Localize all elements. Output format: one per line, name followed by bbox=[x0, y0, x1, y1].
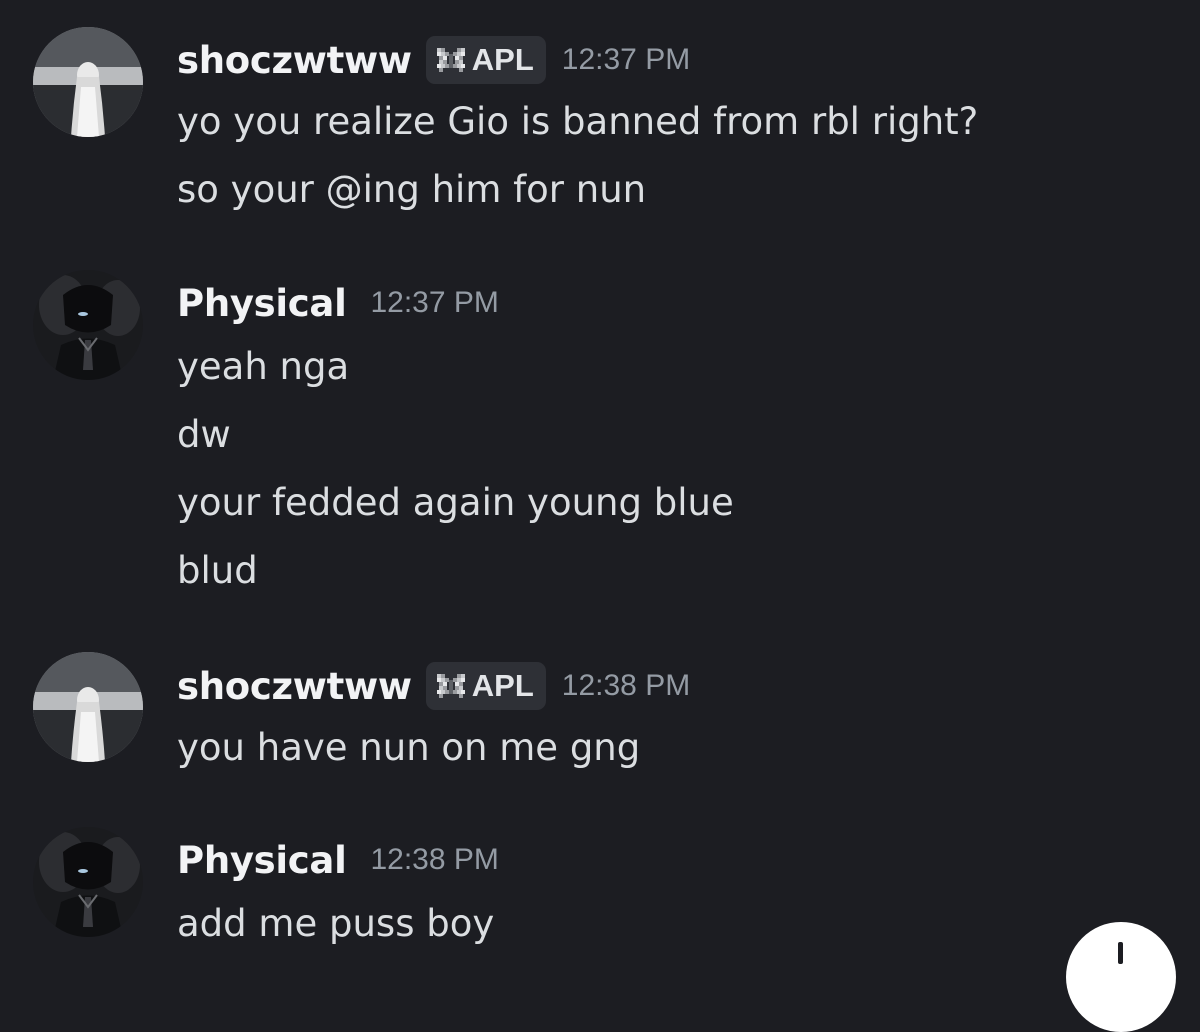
message-line: blud bbox=[177, 549, 258, 592]
username[interactable]: shoczwtww bbox=[177, 665, 412, 708]
message-header: shoczwtww bbox=[177, 660, 690, 712]
server-tag[interactable]: APL bbox=[425, 662, 546, 710]
message-line: yeah nga bbox=[177, 345, 350, 388]
server-tag[interactable]: APL bbox=[425, 36, 546, 84]
dark-anime-boy-avatar-image bbox=[33, 827, 143, 937]
message-content: yo you realize Gio is banned from rbl ri… bbox=[177, 88, 978, 224]
message-line: your fedded again young blue bbox=[177, 481, 734, 524]
anime-girl-avatar-image bbox=[33, 652, 143, 762]
butterfly-icon bbox=[436, 48, 465, 72]
avatar[interactable] bbox=[33, 27, 143, 137]
message-line: you have nun on me gng bbox=[177, 726, 641, 769]
avatar[interactable] bbox=[33, 270, 143, 380]
add-button[interactable] bbox=[1066, 922, 1176, 1032]
butterfly-icon bbox=[436, 674, 465, 698]
message-content: you have nun on me gng bbox=[177, 714, 640, 782]
message-header: Physical 12:38 PM bbox=[177, 834, 499, 886]
message-header: shoczwtww bbox=[177, 34, 690, 86]
message-line: yo you realize Gio is banned from rbl ri… bbox=[177, 100, 979, 143]
timestamp: 12:38 PM bbox=[370, 843, 499, 876]
avatar[interactable] bbox=[33, 652, 143, 762]
username[interactable]: Physical bbox=[177, 839, 347, 882]
message-content: yeah nga dw your fedded again young blue… bbox=[177, 333, 734, 605]
message-line: add me puss boy bbox=[177, 902, 495, 945]
anime-girl-avatar-image bbox=[33, 27, 143, 137]
plus-icon bbox=[1118, 942, 1123, 964]
avatar[interactable] bbox=[33, 827, 143, 937]
message-header: Physical 12:37 PM bbox=[177, 277, 499, 329]
message-line: dw bbox=[177, 413, 231, 456]
timestamp: 12:37 PM bbox=[370, 286, 499, 319]
dark-anime-boy-avatar-image bbox=[33, 270, 143, 380]
username[interactable]: shoczwtww bbox=[177, 39, 412, 82]
timestamp: 12:38 PM bbox=[561, 669, 691, 702]
tag-label: APL bbox=[471, 668, 534, 703]
timestamp: 12:37 PM bbox=[561, 43, 691, 76]
message-content: add me puss boy bbox=[177, 890, 494, 958]
tag-label: APL bbox=[471, 42, 534, 77]
message-line: so your @ing him for nun bbox=[177, 168, 647, 211]
username[interactable]: Physical bbox=[177, 282, 347, 325]
